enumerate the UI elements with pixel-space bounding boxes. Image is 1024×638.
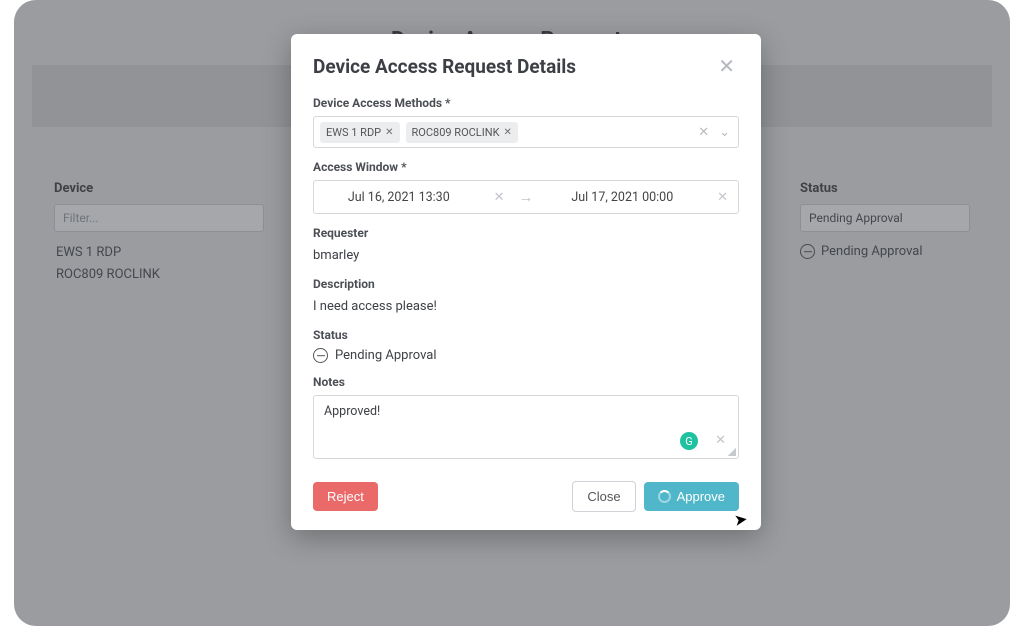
chip-remove-icon[interactable]: ✕ — [385, 127, 393, 138]
status-value-row: Pending Approval — [313, 348, 739, 363]
status-label: Status — [313, 328, 739, 342]
window-end[interactable]: Jul 17, 2021 00:00 — [538, 190, 708, 205]
spinner-icon — [658, 490, 671, 503]
requester-value: bmarley — [313, 246, 739, 265]
method-chip: EWS 1 RDP ✕ — [320, 122, 400, 143]
notes-clear-icon[interactable]: ✕ — [715, 433, 726, 448]
notes-textarea[interactable]: Approved! G ✕ — [313, 395, 739, 459]
arrow-right-icon: → — [515, 188, 538, 206]
app-frame: Device Access Requests Device Filter... … — [14, 0, 1010, 626]
window-start[interactable]: Jul 16, 2021 13:30 — [314, 190, 484, 205]
window-end-value: Jul 17, 2021 00:00 — [571, 190, 673, 205]
approve-button[interactable]: Approve — [644, 482, 739, 511]
window-end-clear-icon[interactable]: ✕ — [707, 190, 738, 205]
description-label: Description — [313, 277, 739, 291]
chip-remove-icon[interactable]: ✕ — [503, 127, 511, 138]
notes-label: Notes — [313, 375, 739, 389]
method-chip-label: ROC809 ROCLINK — [412, 126, 500, 139]
method-chip-label: EWS 1 RDP — [326, 126, 381, 139]
close-button[interactable]: Close — [572, 481, 635, 512]
status-value: Pending Approval — [335, 348, 437, 363]
modal-footer: Reject Close Approve — [313, 481, 739, 512]
multiselect-clear-icon[interactable]: ✕ — [696, 125, 711, 140]
pending-icon — [313, 348, 328, 363]
resize-handle-icon[interactable] — [728, 448, 736, 456]
window-start-value: Jul 16, 2021 13:30 — [348, 190, 450, 205]
grammarly-icon[interactable]: G — [680, 432, 698, 450]
window-label: Access Window * — [313, 160, 739, 174]
methods-multiselect[interactable]: EWS 1 RDP ✕ ROC809 ROCLINK ✕ ✕ ⌄ — [313, 116, 739, 148]
close-button-label: Close — [587, 489, 620, 504]
reject-button[interactable]: Reject — [313, 482, 378, 511]
methods-label: Device Access Methods * — [313, 96, 739, 110]
modal-title: Device Access Request Details — [313, 55, 576, 78]
method-chip: ROC809 ROCLINK ✕ — [406, 122, 518, 143]
reject-button-label: Reject — [327, 489, 364, 504]
window-start-clear-icon[interactable]: ✕ — [484, 190, 515, 205]
modal-header: Device Access Request Details ✕ — [313, 54, 739, 78]
close-icon[interactable]: ✕ — [714, 54, 739, 78]
requester-label: Requester — [313, 226, 739, 240]
access-window-range[interactable]: Jul 16, 2021 13:30 ✕ → Jul 17, 2021 00:0… — [313, 180, 739, 214]
chevron-down-icon[interactable]: ⌄ — [717, 125, 732, 140]
request-details-modal: Device Access Request Details ✕ Device A… — [291, 34, 761, 530]
description-value: I need access please! — [313, 297, 739, 316]
approve-button-label: Approve — [677, 489, 725, 504]
notes-value: Approved! — [324, 404, 380, 419]
